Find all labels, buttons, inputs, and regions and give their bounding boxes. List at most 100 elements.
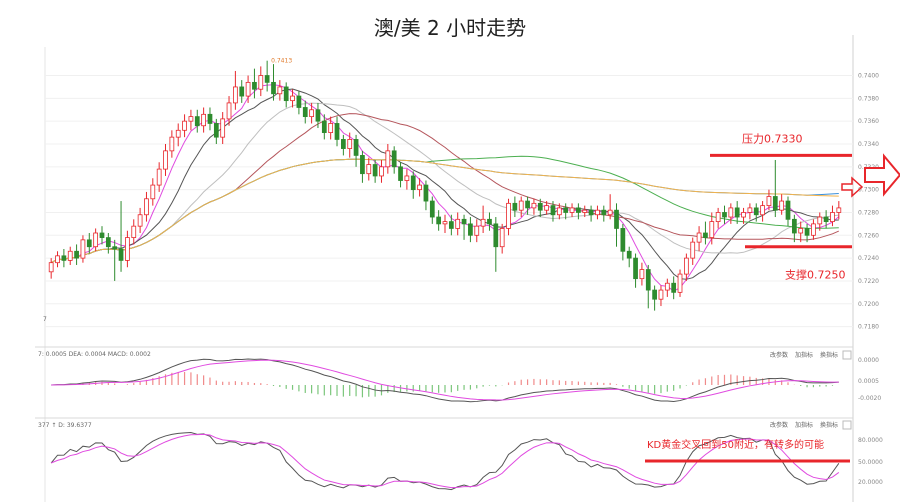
candle-body [156, 168, 162, 186]
candle-body [582, 209, 588, 213]
candle-body [340, 139, 346, 149]
candle-body [366, 164, 372, 175]
candle-body [722, 212, 727, 218]
macd-close-icon[interactable] [842, 350, 852, 360]
candle-body [391, 150, 397, 168]
candle-body [620, 228, 626, 252]
candle [620, 223, 626, 261]
kd-control-switch[interactable]: 换指标 [820, 421, 838, 429]
candle-body [791, 218, 797, 234]
candle-body [118, 248, 124, 261]
candle-body [569, 207, 575, 213]
candle [379, 159, 384, 183]
candle [595, 205, 600, 220]
macd-control-add[interactable]: 加指标 [795, 351, 813, 359]
candle [715, 207, 721, 229]
candle [633, 253, 638, 288]
candle-body [290, 95, 295, 102]
candle-body [245, 81, 251, 97]
candle [436, 210, 442, 231]
kd-control-params[interactable]: 改参数 [770, 421, 788, 429]
candle-body [48, 262, 54, 273]
candle-body [512, 202, 518, 211]
candle-body [684, 257, 689, 275]
ma-10-line [50, 88, 839, 280]
candle-body [86, 239, 92, 248]
candle-body [537, 202, 543, 211]
candle [423, 180, 429, 211]
candle-body [93, 232, 99, 248]
candle-body [67, 250, 73, 261]
candle [188, 109, 194, 131]
macd-dea-line [51, 359, 839, 401]
candle-body [614, 209, 619, 229]
candle-body [277, 86, 283, 95]
candle-body [125, 237, 130, 261]
candle-body [169, 136, 175, 152]
candle [506, 198, 511, 236]
candle-body [321, 120, 327, 133]
candle-body [442, 221, 448, 225]
candle-body [779, 200, 785, 211]
candle-body [715, 212, 721, 222]
candle-body [696, 232, 702, 243]
candle-body [563, 207, 569, 213]
macd-control-switch[interactable]: 换指标 [820, 351, 838, 359]
kd-close-icon[interactable] [842, 420, 852, 430]
candle [429, 196, 435, 224]
candle [614, 203, 619, 247]
candle-body [448, 221, 454, 229]
price-ticks: 0.74000.73800.73600.73400.73200.73000.72… [858, 73, 879, 331]
candle-body [525, 200, 530, 209]
macd-tick-bottom: -0.0020 [858, 395, 881, 402]
candle-body [144, 198, 149, 216]
price-tick-label: 0.7180 [858, 324, 879, 331]
candle [569, 203, 575, 218]
candle-body [677, 273, 683, 293]
candle [220, 112, 226, 144]
candle-body [175, 129, 181, 138]
ma-30-line [50, 113, 839, 264]
candle-body [785, 200, 791, 220]
candle [74, 244, 79, 265]
macd-indicator [51, 358, 840, 403]
candle-body [645, 269, 651, 291]
candle-body [728, 207, 734, 218]
candle [296, 91, 302, 115]
resistance-label: 压力0.7330 [742, 132, 803, 145]
price-tick-label: 0.7200 [858, 301, 879, 308]
candle-body [652, 289, 657, 300]
candle-body [556, 207, 562, 216]
kd-tick-50: 50.0000 [858, 459, 883, 466]
candle-body [601, 209, 607, 216]
candle [639, 262, 645, 286]
price-tick-label: 0.7220 [858, 278, 879, 285]
candle [131, 219, 137, 245]
kd-header: 377 ↑ D: 39.6377 [38, 422, 92, 429]
candle-body [188, 116, 194, 122]
candle-body [80, 239, 86, 259]
candle [455, 212, 461, 236]
candle-body [334, 123, 340, 140]
candle [61, 248, 67, 268]
candle-body [283, 86, 289, 102]
candle-body [398, 166, 403, 181]
candle [461, 214, 467, 240]
macd-control-params[interactable]: 改参数 [770, 351, 788, 359]
candle [283, 82, 289, 108]
high-price-label: 0.7413 [271, 58, 292, 65]
candle-body [607, 209, 613, 216]
candle [576, 203, 581, 220]
candle [811, 219, 816, 240]
candle-body [385, 150, 391, 168]
candle [150, 178, 156, 206]
candle-body [410, 175, 416, 191]
kd-controls: 改参数 加指标 换指标 [770, 420, 852, 430]
candle [747, 203, 753, 220]
candle-body [576, 207, 581, 213]
candle-body [207, 113, 213, 124]
kd-control-add[interactable]: 加指标 [795, 421, 813, 429]
candle [353, 134, 359, 167]
candle-body [506, 202, 511, 229]
candle [480, 205, 486, 234]
